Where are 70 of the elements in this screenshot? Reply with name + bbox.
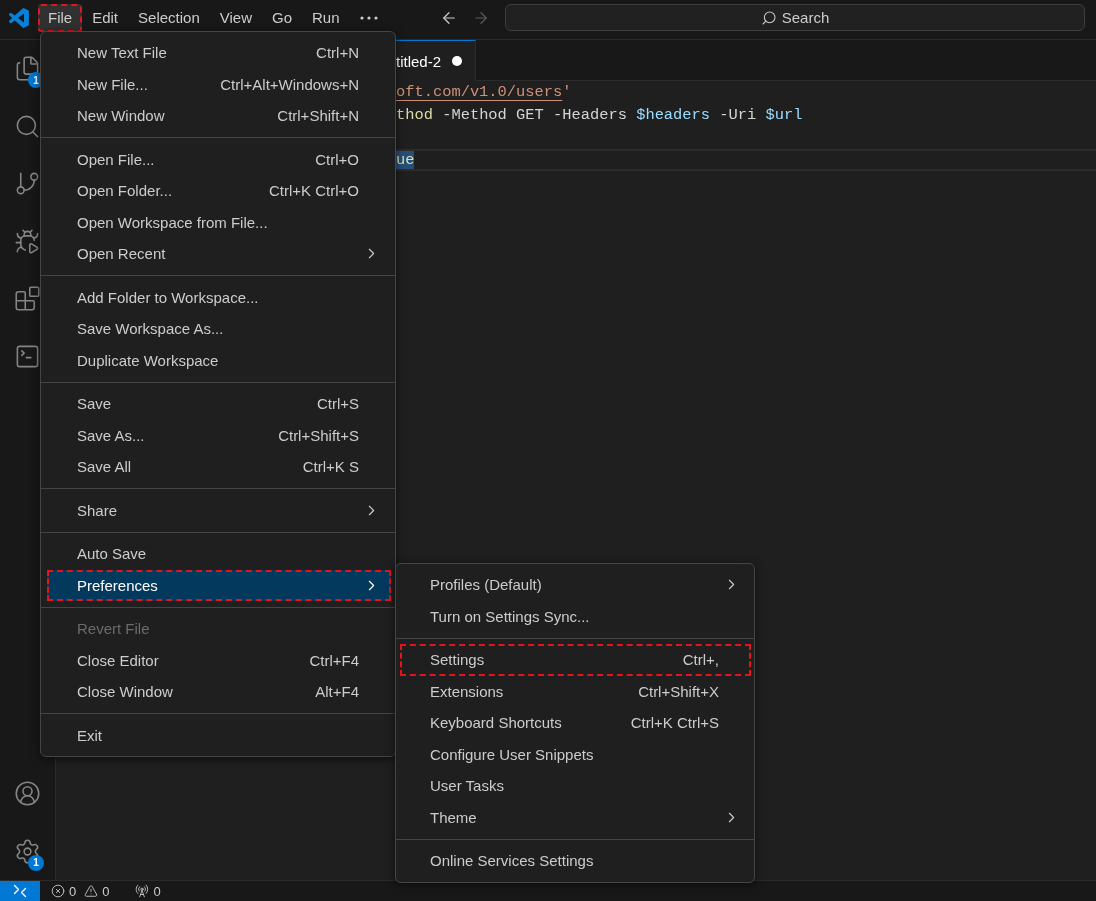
code-line: thod -Method GET -Headers $headers -Uri $url <box>396 104 804 126</box>
keyboard-shortcut: Ctrl+Alt+Windows+N <box>220 75 359 93</box>
menu-item[interactable]: Settings Ctrl+, <box>400 644 751 676</box>
menu-item[interactable]: Theme <box>400 801 751 833</box>
remote-icon <box>13 884 27 898</box>
menu-item[interactable]: Exit <box>47 719 391 751</box>
menu-item[interactable]: New File... Ctrl+Alt+Windows+N <box>47 68 391 100</box>
menu-bar-item[interactable]: File <box>38 3 83 32</box>
search-icon <box>760 9 777 26</box>
blocks-icon[interactable] <box>14 285 41 313</box>
menu-item[interactable]: Open Workspace from File... <box>47 206 391 238</box>
keyboard-shortcut: Ctrl+O <box>315 150 359 168</box>
keyboard-shortcut: Ctrl+S <box>316 395 359 413</box>
menu-item[interactable]: Save Ctrl+S <box>47 388 391 420</box>
remote-button[interactable] <box>0 881 40 901</box>
count-badge: 1 <box>28 854 44 871</box>
menu-item[interactable]: Save Workspace As... <box>47 313 391 345</box>
code-line: oft.com/v1.0/users' <box>396 82 573 104</box>
error-count[interactable]: 0 <box>51 881 77 901</box>
modified-dot-icon[interactable] <box>452 56 463 66</box>
keyboard-shortcut: Ctrl+K Ctrl+S <box>630 714 719 732</box>
keyboard-shortcut: Ctrl+N <box>316 44 359 62</box>
menu-item[interactable]: Duplicate Workspace <box>47 344 391 376</box>
menu-item[interactable]: Add Folder to Workspace... <box>47 281 391 313</box>
menu-item[interactable]: Preferences <box>47 569 391 601</box>
menu-item[interactable]: Open Folder... Ctrl+K Ctrl+O <box>47 175 391 207</box>
menu-bar-item[interactable]: Edit <box>82 3 129 32</box>
warning-count[interactable]: 0 <box>84 881 110 901</box>
keyboard-shortcut: Ctrl+F4 <box>309 651 359 669</box>
menu-item[interactable]: Keyboard Shortcuts Ctrl+K Ctrl+S <box>400 707 751 739</box>
ports-count[interactable]: 0 <box>135 881 161 901</box>
antenna-icon <box>135 884 150 898</box>
error-icon <box>51 884 65 898</box>
keyboard-shortcut: Ctrl+Shift+S <box>278 426 359 444</box>
menu-item[interactable]: Open File... Ctrl+O <box>47 143 391 175</box>
keyboard-shortcut: Ctrl+Shift+N <box>277 107 359 125</box>
menu-item[interactable]: Configure User Snippets <box>400 738 751 770</box>
menu-bar-item[interactable]: Run <box>302 3 350 32</box>
menu-item[interactable]: Close Window Alt+F4 <box>47 676 391 708</box>
search-button[interactable]: Search <box>505 4 1085 31</box>
keyboard-shortcut: Ctrl+K S <box>302 458 359 476</box>
more-icon[interactable] <box>359 15 378 20</box>
account-icon[interactable] <box>14 780 41 808</box>
keyboard-shortcut: Ctrl+Shift+X <box>638 682 719 700</box>
code-line: ue <box>396 148 1096 171</box>
files-icon[interactable] <box>14 55 41 83</box>
menu-item[interactable]: Save As... Ctrl+Shift+S <box>47 419 391 451</box>
menu-item[interactable]: Save All Ctrl+K S <box>47 451 391 483</box>
menu-bar-item[interactable]: Go <box>262 3 302 32</box>
editor-tab[interactable]: titled-2 <box>396 40 477 81</box>
menu-item[interactable]: Share <box>47 494 391 526</box>
keyboard-shortcut: Alt+F4 <box>315 683 359 701</box>
menu-item[interactable]: Open Recent <box>47 238 391 270</box>
bug-play-icon[interactable] <box>14 227 41 255</box>
keyboard-shortcut: Ctrl+, <box>682 651 719 669</box>
menu-bar-item[interactable]: View <box>209 3 262 32</box>
menu-item[interactable]: Extensions Ctrl+Shift+X <box>400 675 751 707</box>
logo-icon[interactable] <box>9 7 29 28</box>
menu-item[interactable]: Online Services Settings <box>400 845 751 877</box>
menu-item[interactable]: User Tasks <box>400 770 751 802</box>
menu-item[interactable]: Close Editor Ctrl+F4 <box>47 644 391 676</box>
menu-bar-item[interactable]: Selection <box>128 3 210 32</box>
menu-item[interactable]: New Text File Ctrl+N <box>47 37 391 69</box>
settings-icon[interactable] <box>14 837 41 865</box>
menu-item[interactable]: Profiles (Default) <box>400 569 751 601</box>
keyboard-shortcut: Ctrl+K Ctrl+O <box>269 182 359 200</box>
warning-icon <box>84 884 99 898</box>
menu-item[interactable]: New Window Ctrl+Shift+N <box>47 100 391 132</box>
menu-item[interactable]: Auto Save <box>47 538 391 570</box>
menu-item[interactable]: Turn on Settings Sync... <box>400 600 751 632</box>
